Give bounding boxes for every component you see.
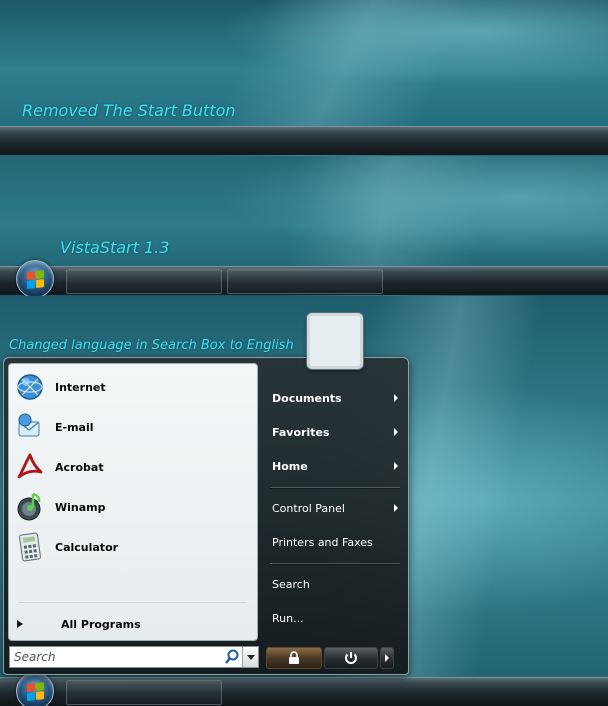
windows-flag-icon <box>27 270 45 290</box>
caption-panel-1: Removed The Start Button <box>22 101 236 120</box>
menu-item-label: Search <box>272 577 310 591</box>
chevron-right-icon <box>394 504 398 512</box>
power-icon <box>345 652 358 664</box>
menu-item-search[interactable]: Search <box>266 571 404 597</box>
program-item-winamp[interactable]: Winamp <box>13 488 253 526</box>
menu-item-label: Documents <box>272 391 342 405</box>
search-input[interactable] <box>10 647 224 667</box>
menu-item-run[interactable]: Run... <box>266 605 404 631</box>
arrow-right-icon <box>385 654 390 662</box>
menu-item-printers-and-faxes[interactable]: Printers and Faxes <box>266 529 404 555</box>
windows-flag-icon <box>27 682 45 702</box>
desktop-panel-1: Removed The Start Button <box>0 0 608 156</box>
taskbar-button[interactable] <box>66 680 222 705</box>
start-menu: Internet E-mail Acrobat Winamp Calculato… <box>3 357 409 675</box>
search-icon[interactable] <box>224 647 242 667</box>
taskbar <box>0 126 608 155</box>
desktop-panel-2: VistaStart 1.3 <box>0 156 608 296</box>
winamp-icon <box>13 490 47 524</box>
program-label: Calculator <box>55 540 119 554</box>
program-item-email[interactable]: E-mail <box>13 408 253 446</box>
taskbar-button[interactable] <box>227 269 383 294</box>
menu-item-documents[interactable]: Documents <box>266 385 404 411</box>
chevron-right-icon <box>394 462 398 470</box>
menu-item-label: Favorites <box>272 425 330 439</box>
program-label: E-mail <box>55 420 94 434</box>
user-picture[interactable] <box>307 313 363 369</box>
all-programs-button[interactable]: All Programs <box>15 614 253 634</box>
program-item-acrobat[interactable]: Acrobat <box>13 448 253 486</box>
start-orb-button[interactable] <box>16 672 54 706</box>
chevron-down-icon[interactable] <box>242 647 258 667</box>
program-label: Acrobat <box>55 460 104 474</box>
menu-item-home[interactable]: Home <box>266 453 404 479</box>
caption-panel-3: Changed language in Search Box to Englis… <box>9 338 294 353</box>
power-options-button[interactable] <box>380 647 394 669</box>
program-label: Winamp <box>55 500 106 514</box>
power-controls <box>266 647 394 669</box>
taskbar-button[interactable] <box>66 269 222 294</box>
triangle-right-icon <box>17 620 23 628</box>
program-item-calculator[interactable]: Calculator <box>13 528 253 566</box>
internet-icon <box>13 370 47 404</box>
menu-item-label: Control Panel <box>272 501 345 515</box>
chevron-right-icon <box>394 394 398 402</box>
start-orb-button[interactable] <box>16 260 54 296</box>
calculator-icon <box>13 530 47 564</box>
program-label: Internet <box>55 380 106 394</box>
menu-item-label: Home <box>272 459 308 473</box>
power-button[interactable] <box>324 647 379 669</box>
all-programs-label: All Programs <box>61 617 141 631</box>
divider <box>270 563 400 564</box>
lock-icon <box>289 651 300 664</box>
taskbar <box>0 677 608 706</box>
lock-button[interactable] <box>266 647 323 669</box>
menu-item-favorites[interactable]: Favorites <box>266 419 404 445</box>
program-item-internet[interactable]: Internet <box>13 368 253 406</box>
taskbar <box>0 266 608 295</box>
menu-item-label: Printers and Faxes <box>272 535 373 549</box>
divider <box>270 487 400 488</box>
search-box <box>9 646 259 668</box>
menu-item-control-panel[interactable]: Control Panel <box>266 495 404 521</box>
caption-panel-2: VistaStart 1.3 <box>60 238 170 257</box>
menu-item-label: Run... <box>272 611 304 625</box>
divider <box>19 602 247 603</box>
pinned-programs-pane: Internet E-mail Acrobat Winamp Calculato… <box>8 363 258 641</box>
chevron-right-icon <box>394 428 398 436</box>
email-icon <box>13 410 47 444</box>
acrobat-icon <box>13 450 47 484</box>
